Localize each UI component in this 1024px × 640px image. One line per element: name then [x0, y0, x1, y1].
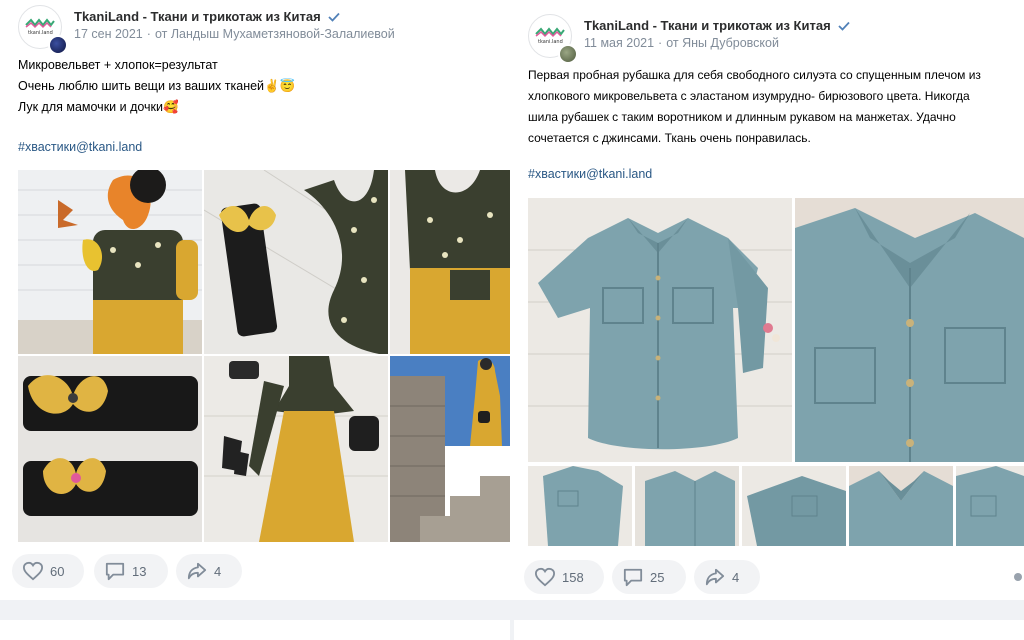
logo-wave-icon: [25, 18, 55, 29]
photo-grid: [528, 198, 1024, 546]
post-header: tkani.land TkaniLand - Ткани и трикотаж …: [18, 5, 498, 55]
share-icon: [705, 568, 725, 586]
post-text-line: Лук для мамочки и дочки🥰: [18, 100, 179, 114]
post-author[interactable]: от Ландыш Мухаметзяновой-Залалиевой: [155, 27, 395, 41]
photo-thumb-3[interactable]: [742, 466, 846, 546]
photo-thumb-2[interactable]: [635, 466, 739, 546]
comment-icon: [623, 568, 643, 587]
group-name-text: TkaniLand - Ткани и трикотаж из Китая: [584, 18, 831, 33]
post-meta: 17 сен 2021 · от Ландыш Мухаметзяновой-Зал…: [74, 27, 395, 41]
photo-dress-flatlay: [204, 356, 388, 542]
verified-icon: [328, 12, 340, 22]
post-header: tkani.land TkaniLand - Ткани и трикотаж …: [528, 14, 1008, 64]
hashtag-link[interactable]: #хвастики@tkani.land: [18, 140, 142, 154]
post-text-line: хлопкового микровельвета с эластаном изу…: [528, 89, 970, 103]
photo-3[interactable]: [390, 170, 510, 354]
feed-background: [0, 600, 1024, 640]
meta-separator: ·: [658, 36, 663, 50]
next-post-card-right: [514, 620, 1024, 640]
photo-1[interactable]: [528, 198, 792, 462]
more-icon[interactable]: [1014, 573, 1022, 581]
logo-text: tkani.land: [538, 39, 563, 45]
photo-headband-floral: [204, 170, 388, 354]
author-avatar[interactable]: [48, 35, 68, 55]
like-count: 60: [50, 563, 65, 579]
post-text: Первая пробная рубашка для себя свободно…: [528, 65, 1024, 149]
post-text-line: Микровельвет + хлопок=результат: [18, 58, 218, 72]
photo-shirt-thumb: [742, 466, 846, 546]
comment-count: 25: [650, 569, 665, 585]
post-text-line: сочетается с джинсами. Ткань очень понра…: [528, 131, 811, 145]
photo-girl-leaf: [18, 170, 202, 354]
photo-5[interactable]: [204, 356, 388, 542]
share-icon: [187, 562, 207, 580]
share-count: 4: [732, 569, 740, 585]
photo-shirt-thumb: [849, 466, 953, 546]
comment-count: 13: [132, 563, 147, 579]
photo-2[interactable]: [204, 170, 388, 354]
photo-shirt-collar: [795, 198, 1024, 462]
photo-4[interactable]: [18, 356, 202, 542]
like-button[interactable]: 158: [524, 560, 604, 594]
hashtag-link[interactable]: #хвастики@tkani.land: [528, 167, 652, 181]
post-date[interactable]: 17 сен 2021: [74, 27, 143, 41]
photo-shirt-thumb: [635, 466, 739, 546]
photo-1[interactable]: [18, 170, 202, 354]
photo-thumb-5[interactable]: [956, 466, 1024, 546]
like-count: 158: [562, 569, 584, 585]
post-meta: 11 мая 2021 · от Яны Дубровской: [584, 36, 779, 50]
photo-2[interactable]: [795, 198, 1024, 462]
post-text-line: Первая пробная рубашка для себя свободно…: [528, 68, 981, 82]
verified-icon: [838, 21, 850, 31]
group-name-link[interactable]: TkaniLand - Ткани и трикотаж из Китая: [584, 18, 850, 33]
share-button[interactable]: 4: [694, 560, 760, 594]
post-text-line: шила рубашек с таким воротником и длинны…: [528, 110, 956, 124]
group-name-text: TkaniLand - Ткани и трикотаж из Китая: [74, 9, 321, 24]
post-date[interactable]: 11 мая 2021: [584, 36, 654, 50]
photo-shirt-flatlay: [528, 198, 792, 462]
share-count: 4: [214, 563, 222, 579]
post-actions: 158 25 4: [524, 560, 1024, 594]
like-button[interactable]: 60: [12, 554, 84, 588]
heart-icon: [534, 567, 556, 587]
post-text-line: Очень люблю шить вещи из ваших тканей✌😇: [18, 79, 296, 93]
post-text: Микровельвет + хлопок=результат Очень лю…: [18, 55, 295, 118]
photo-shirt-thumb: [528, 466, 632, 546]
meta-separator: ·: [146, 27, 151, 41]
group-name-link[interactable]: TkaniLand - Ткани и трикотаж из Китая: [74, 9, 340, 24]
photo-thumb-1[interactable]: [528, 466, 632, 546]
photo-6[interactable]: [390, 356, 510, 542]
post-card-right: tkani.land TkaniLand - Ткани и трикотаж …: [514, 0, 1024, 600]
photo-woman-steps: [390, 356, 510, 542]
photo-shirt-thumb: [956, 466, 1024, 546]
photo-headbands: [18, 356, 202, 542]
post-actions: 60 13 4: [12, 554, 502, 588]
heart-icon: [22, 561, 44, 581]
post-card-left: tkani.land TkaniLand - Ткани и трикотаж …: [0, 0, 510, 600]
next-post-card-left: [0, 620, 510, 640]
post-author[interactable]: от Яны Дубровской: [666, 36, 779, 50]
comment-button[interactable]: 25: [612, 560, 686, 594]
photo-thumb-4[interactable]: [849, 466, 953, 546]
comment-icon: [105, 562, 125, 581]
comment-button[interactable]: 13: [94, 554, 168, 588]
share-button[interactable]: 4: [176, 554, 242, 588]
logo-text: tkani.land: [28, 30, 53, 36]
photo-grid: [18, 170, 510, 542]
logo-wave-icon: [535, 27, 565, 38]
photo-floral-bodice: [390, 170, 510, 354]
author-avatar[interactable]: [558, 44, 578, 64]
